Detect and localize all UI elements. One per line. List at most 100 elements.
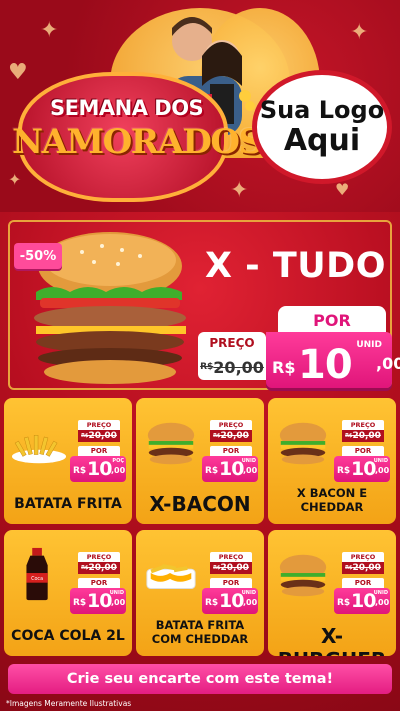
old-price-currency: R$ (345, 433, 353, 439)
por-label: POR (342, 578, 384, 588)
title-line-1: SEMANA DOS (50, 96, 204, 120)
old-price: R$ 20,00 (342, 430, 384, 442)
price-main: 10 (87, 458, 112, 480)
price-cents: ,00 (375, 598, 390, 607)
product-name-line-2: CHEDDAR (300, 500, 364, 514)
old-price-currency: R$ (345, 565, 353, 571)
price-cents: ,00 (375, 466, 390, 475)
product-name: BATATA FRITA COM CHEDDAR (136, 618, 264, 646)
old-price-currency: R$ (200, 362, 214, 372)
featured-product-name: X - TUDO (205, 246, 386, 286)
por-label: POR (78, 578, 120, 588)
price-main: 10 (351, 458, 376, 480)
price-currency: R$ (205, 598, 219, 608)
header-banner: ♥ ✦ ✦ ✦ ♥ ✦ SEMANA DOS NAMORADOS Sua Log… (0, 0, 400, 212)
price-currency: R$ (337, 466, 351, 476)
old-price: R$ 20,00 (78, 562, 120, 574)
logo-placeholder: Sua Logo Aqui (252, 70, 392, 184)
price-main: 10 (219, 458, 244, 480)
old-price: R$ 20,00 (78, 430, 120, 442)
product-name: X-BURGUER (278, 624, 387, 656)
product-card[interactable]: PREÇOR$20,00PORUNIDR$10,00X-BURGUER (268, 530, 396, 656)
preco-label: PREÇO (342, 552, 384, 562)
preco-label: PREÇO (198, 332, 266, 354)
price-cents: ,00 (243, 466, 258, 475)
price-tag: UNID R$ 10,00 (70, 588, 126, 614)
old-price-currency: R$ (81, 433, 89, 439)
price-main: 10 (298, 342, 353, 388)
old-price-value: 20,00 (88, 563, 117, 573)
price-currency: R$ (272, 358, 296, 377)
product-card[interactable]: PREÇO R$ 20,00 POR UNID R$ 10,00 X-BACON (136, 398, 264, 524)
unit-label: UNID (241, 458, 256, 464)
old-price-value: 20,00 (220, 563, 249, 573)
preco-label: PREÇO (78, 552, 120, 562)
price-cents: ,00 (376, 354, 400, 373)
product-name: BATATA FRITA (14, 496, 122, 512)
old-price: R$ 20,00 (342, 562, 384, 574)
product-name-line-1: X BACON E (296, 486, 368, 500)
product-card[interactable]: PREÇO R$ 20,00 POR POÇ R$ 10,00 BATATA FRITA (4, 398, 132, 524)
cheese-fries-icon (146, 564, 196, 589)
price-cents: ,00 (243, 598, 258, 607)
unit-label: UNID (373, 458, 388, 464)
price-currency: R$ (73, 598, 87, 608)
old-price: R$ 20,00 (210, 562, 252, 574)
old-price-currency: R$ (81, 565, 89, 571)
disclaimer-text: *Imagens Meramente Ilustrativas (6, 699, 132, 708)
por-label: POR (278, 306, 386, 334)
heart-sparkle-icon: ✦ (40, 18, 59, 43)
por-label: POR (78, 446, 120, 456)
old-price-currency: R$ (213, 565, 221, 571)
price-tag: UNID R$ 10,00 (334, 588, 390, 614)
price-currency: R$ (73, 466, 87, 476)
price-currency: R$ (337, 598, 351, 608)
cta-banner[interactable]: Crie seu encarte com este tema! (8, 664, 392, 694)
discount-badge: -50% (14, 243, 62, 269)
product-name-line-1: BATATA FRITA (155, 618, 245, 632)
price-cents: ,00 (111, 466, 126, 475)
title-line-2: NAMORADOS (12, 122, 263, 162)
old-price-value: 20,00 (220, 431, 249, 441)
preco-label: PREÇO (210, 552, 252, 562)
price-tag: UNID R$ 10,00 (334, 456, 390, 482)
burger-icon (279, 422, 327, 465)
product-name: X BACON E CHEDDAR (268, 486, 396, 514)
heart-sparkle-icon: ♥ (335, 180, 350, 199)
old-price-value: 20,00 (88, 431, 117, 441)
preco-label: PREÇO (210, 420, 252, 430)
old-price-currency: R$ (213, 433, 221, 439)
por-label: POR (210, 446, 252, 456)
old-price-value: 20,00 (352, 431, 381, 441)
price-cents: ,00 (111, 598, 126, 607)
flyer-page: ♥ ✦ ✦ ✦ ♥ ✦ SEMANA DOS NAMORADOS Sua Log… (0, 0, 400, 711)
old-price-value: 20,00 (352, 563, 381, 573)
old-price-value: 20,00 (213, 357, 264, 377)
price-tag: POÇ R$ 10,00 (70, 456, 126, 482)
price-main: 10 (219, 590, 244, 612)
price-main: 10 (351, 590, 376, 612)
product-card[interactable]: Coca PREÇO R$ 20,00 POR UNID R$ 10,00 COCA COLA … (4, 530, 132, 656)
unit-label: POÇ (112, 458, 124, 464)
por-label: POR (210, 578, 252, 588)
unit-label: UNID (356, 340, 382, 350)
burger-icon (147, 422, 195, 465)
unit-label: UNID (109, 590, 124, 596)
heart-sparkle-icon: ♥ (8, 60, 28, 85)
preco-label: PREÇO (342, 420, 384, 430)
old-price: R$ 20,00 (210, 430, 252, 442)
product-card[interactable]: PREÇO R$ 20,00 POR UNID R$ 10,00 X BACON E CHEDD… (268, 398, 396, 524)
burger-icon (279, 554, 327, 597)
price-tag: UNID R$ 10,00 (202, 456, 258, 482)
product-card[interactable]: PREÇO R$ 20,00 POR UNID R$ 10,00 BATATA FRITA CO… (136, 530, 264, 656)
price-currency: R$ (205, 466, 219, 476)
preco-label: PREÇO (78, 420, 120, 430)
unit-label: UNID (241, 590, 256, 596)
logo-text-line-1: Sua Logo (259, 96, 385, 125)
heart-sparkle-icon: ✦ (8, 170, 22, 189)
heart-sparkle-icon: ✦ (350, 20, 369, 45)
product-name: X-BACON (149, 492, 251, 516)
por-label: POR (342, 446, 384, 456)
svg-text:Coca: Coca (31, 576, 43, 582)
product-name-line-2: COM CHEDDAR (151, 632, 249, 646)
